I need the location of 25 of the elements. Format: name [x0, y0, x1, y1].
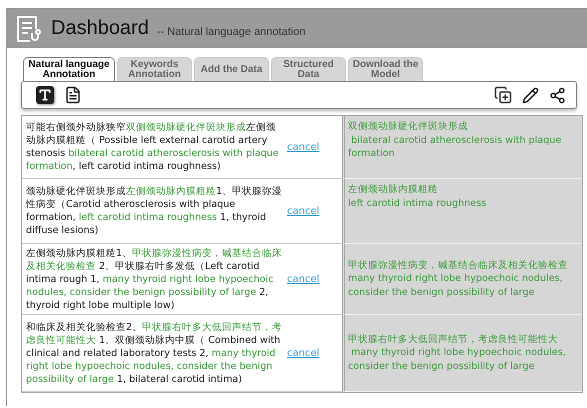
source-text: 可能右侧颈外动脉狭窄双侧颈动脉硬化伴斑块形成左侧颈动脉内膜粗糙（ Possible left external carotid artery stenosis bilateral carotid atherosclerosis with plaque formation, left carotid intima roughness) [26, 121, 280, 173]
share-icon[interactable] [549, 86, 566, 104]
text-format-icon[interactable] [36, 86, 54, 104]
tab[interactable]: Add the Data [194, 57, 269, 81]
tab[interactable]: Keywords Annotation [117, 57, 192, 81]
tab[interactable]: Download the Model [348, 57, 423, 81]
clipboard-stethoscope-icon [15, 14, 43, 44]
page-subtitle: -- Natural language annotation [156, 26, 306, 38]
cancel-link[interactable]: cancel [287, 274, 320, 284]
annotation-cell: 左侧颈动脉内膜粗糙 left carotid intima roughness [342, 179, 582, 244]
source-text: 和临床及相关化验检查2、甲状腺右叶多大低回声结节，考虑良性可能性大 1、双侧颈动脉内中膜（ Combined with clinical and related laboratory tests 2, many thyroid right lobe hypoechoic nodules, consider the benign possibility of large 1, bilateral carotid intima) [26, 320, 283, 386]
tab[interactable]: Natural language Annotation [23, 57, 115, 81]
cancel-link[interactable]: cancel [287, 142, 320, 152]
annotation-cell: 甲状腺弥漫性病变，碱基结合临床及相关化验检查 many thyroid right lobe hypoechoic nodules, consider the benign possibility of large [342, 244, 582, 315]
annotation-cell: 双侧颈动脉硬化伴斑块形成 bilateral carotid atherosclerosis with plaque formation [342, 116, 582, 179]
cancel-link[interactable]: cancel [287, 348, 320, 358]
page-title: Dashboard [51, 17, 149, 40]
document-icon[interactable] [64, 86, 82, 104]
pencil-icon[interactable] [522, 86, 539, 104]
cancel-link[interactable]: cancel [287, 206, 320, 216]
annotation-cell: 甲状腺右叶多大低回声结节，考虑良性可能性大 many thyroid right lobe hypoechoic nodules, consider the benign possibility of large [342, 315, 582, 392]
tab[interactable]: Structured Data [271, 57, 346, 81]
source-text: 左侧颈动脉内膜粗糙1、甲状腺弥漫性病变，碱基结合临床及相关化验检查 2、甲状腺右叶多发低（Left carotid intima rough 1, many thyroid right lobe hypoechoic nodules, consider the benign possibility of large 2, thyroid right lobe multiple low) [26, 246, 283, 312]
copy-plus-icon[interactable] [494, 86, 512, 104]
source-text: 颈动脉硬化伴斑块形成左侧颈动脉内膜粗糙 1、甲状腺弥漫性病变（Carotid atherosclerosis with plaque formation, left carotid intima roughness 1, thyroid diffuse lesions) [26, 185, 283, 237]
